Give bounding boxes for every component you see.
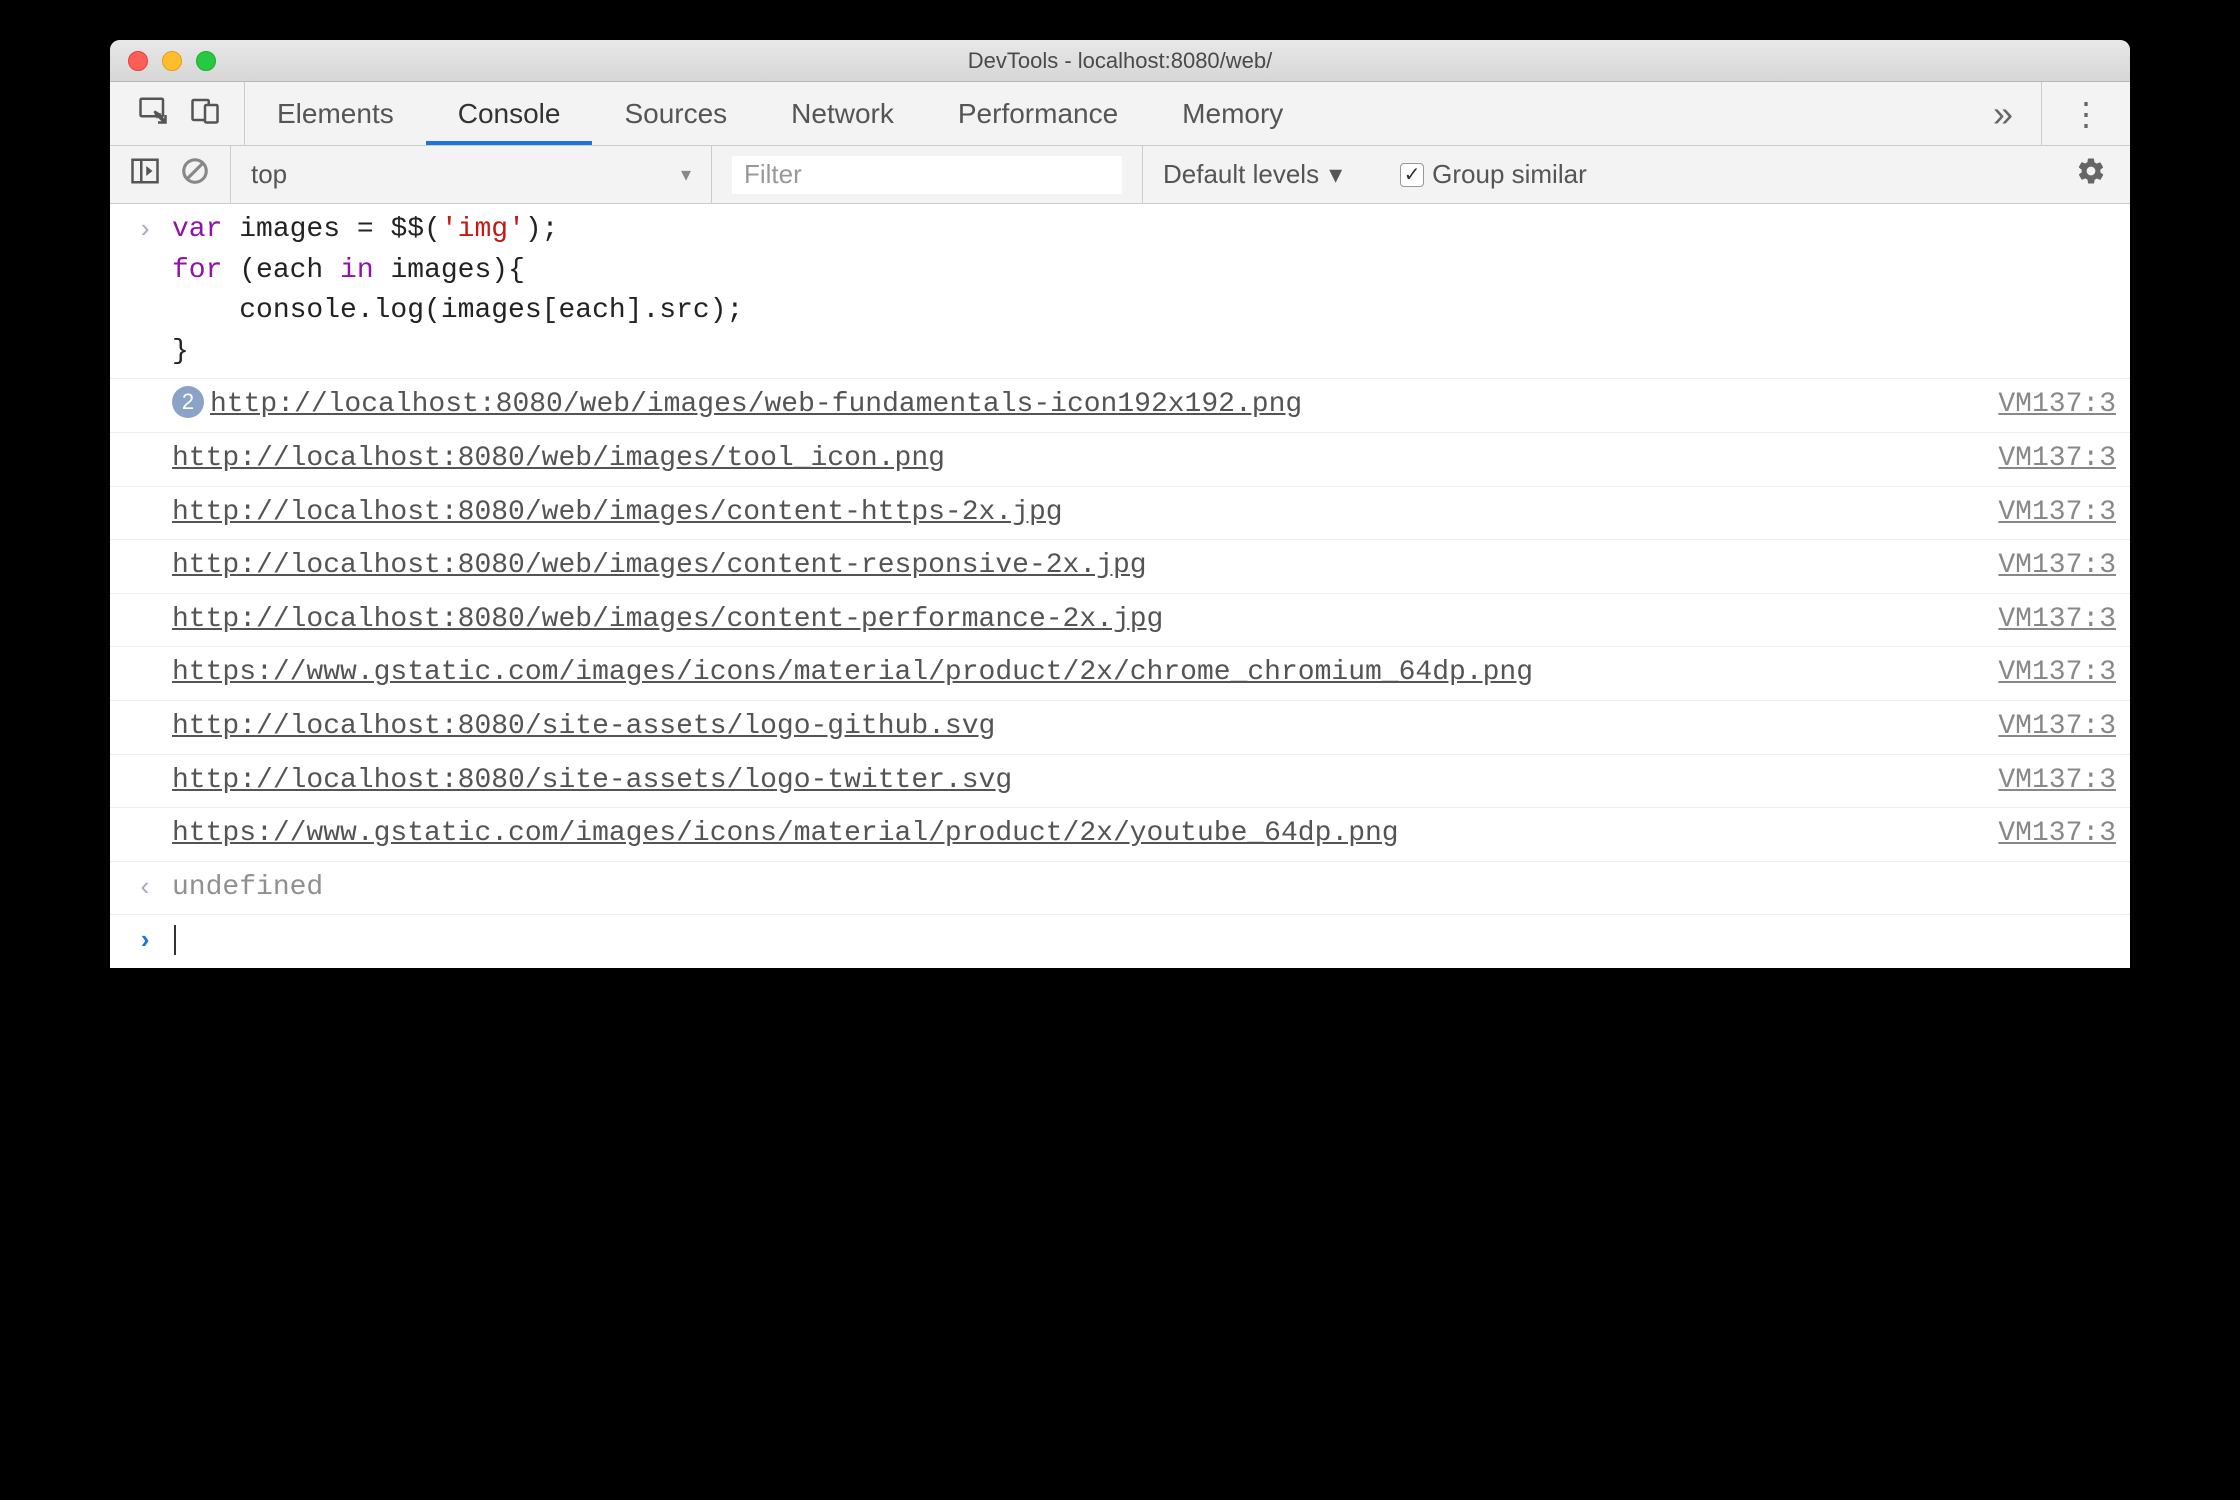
logged-url-link[interactable]: http://localhost:8080/web/images/content… [172,497,1063,528]
titlebar: DevTools - localhost:8080/web/ [110,40,2130,82]
log-row: http://localhost:8080/web/images/tool_ic… [110,433,2130,487]
source-link[interactable]: VM137:3 [1978,653,2116,694]
log-row: https://www.gstatic.com/images/icons/mat… [110,808,2130,862]
logged-url-link[interactable]: https://www.gstatic.com/images/icons/mat… [172,818,1399,849]
source-link[interactable]: VM137:3 [1978,761,2116,802]
inspect-icon[interactable] [138,95,168,132]
log-message: https://www.gstatic.com/images/icons/mat… [166,814,1978,855]
return-prompt-icon: ‹ [124,868,166,908]
logged-url-link[interactable]: http://localhost:8080/web/images/content… [172,604,1163,635]
log-message: http://localhost:8080/web/images/content… [166,546,1978,587]
log-levels-selector[interactable]: Default levels ▾ [1143,146,1362,203]
settings-gear-icon[interactable] [2076,156,2130,194]
source-link[interactable]: VM137:3 [1978,385,2116,426]
source-link[interactable]: VM137:3 [1978,814,2116,855]
log-message: http://localhost:8080/web/images/content… [166,600,1978,641]
log-row: http://localhost:8080/web/images/content… [110,540,2130,594]
log-gutter [124,600,166,602]
log-message: http://localhost:8080/site-assets/logo-t… [166,761,1978,802]
input-prompt-icon: › [124,921,166,961]
dropdown-icon: ▾ [1329,159,1342,190]
levels-label: Default levels [1163,159,1319,190]
source-link[interactable]: VM137:3 [1978,707,2116,748]
context-selector[interactable]: top ▾ [251,159,691,190]
window-title: DevTools - localhost:8080/web/ [110,48,2130,74]
group-similar-label: Group similar [1432,159,1587,190]
console-prompt[interactable]: › [110,915,2130,968]
group-similar-checkbox[interactable]: ✓ [1400,163,1424,187]
log-row: http://localhost:8080/web/images/content… [110,487,2130,541]
log-row: http://localhost:8080/web/images/content… [110,594,2130,648]
logged-url-link[interactable]: https://www.gstatic.com/images/icons/mat… [172,657,1533,688]
input-prompt-icon: › [124,210,166,250]
return-row: ‹ undefined [110,862,2130,916]
repeat-count-badge: 2 [172,386,204,418]
log-message: http://localhost:8080/site-assets/logo-g… [166,707,1978,748]
log-gutter [124,439,166,441]
log-message: http://localhost:8080/web/images/content… [166,493,1978,534]
filter-input[interactable] [732,156,1122,194]
console-toolbar: top ▾ Default levels ▾ ✓ Group similar [110,146,2130,204]
log-gutter [124,385,166,387]
log-gutter [124,546,166,548]
tab-performance[interactable]: Performance [926,82,1150,145]
clear-console-icon[interactable] [180,156,210,193]
prompt-input[interactable] [166,921,2116,962]
tab-elements[interactable]: Elements [245,82,426,145]
source-link[interactable]: VM137:3 [1978,493,2116,534]
devtools-window: DevTools - localhost:8080/web/ Elements [110,40,2130,968]
log-gutter [124,761,166,763]
logged-url-link[interactable]: http://localhost:8080/site-assets/logo-g… [172,711,995,742]
log-message: http://localhost:8080/web/images/tool_ic… [166,439,1978,480]
log-row: https://www.gstatic.com/images/icons/mat… [110,647,2130,701]
log-gutter [124,653,166,655]
log-row: 2http://localhost:8080/web/images/web-fu… [110,379,2130,433]
source-link[interactable]: VM137:3 [1978,546,2116,587]
logged-url-link[interactable]: http://localhost:8080/web/images/content… [172,550,1147,581]
console-input-row: › var images = $$('img'); for (each in i… [110,204,2130,379]
log-message: 2http://localhost:8080/web/images/web-fu… [166,385,1978,426]
logged-url-link[interactable]: http://localhost:8080/site-assets/logo-t… [172,765,1012,796]
log-gutter [124,493,166,495]
more-tabs-icon[interactable]: » [1993,93,2013,135]
source-link[interactable]: VM137:3 [1978,439,2116,480]
entered-code: var images = $$('img'); for (each in ima… [166,210,2116,372]
source-link[interactable]: VM137:3 [1978,600,2116,641]
log-message: https://www.gstatic.com/images/icons/mat… [166,653,1978,694]
return-value: undefined [166,868,2116,909]
tab-network[interactable]: Network [759,82,926,145]
log-gutter [124,707,166,709]
tab-console[interactable]: Console [426,82,593,145]
show-sidebar-icon[interactable] [130,156,160,193]
tab-bar: Elements Console Sources Network Perform… [110,82,2130,146]
log-gutter [124,814,166,816]
logged-url-link[interactable]: http://localhost:8080/web/images/web-fun… [210,389,1302,420]
panel-tabs: Elements Console Sources Network Perform… [245,82,1315,145]
tab-sources[interactable]: Sources [592,82,759,145]
console-output: › var images = $$('img'); for (each in i… [110,204,2130,968]
log-row: http://localhost:8080/site-assets/logo-g… [110,701,2130,755]
kebab-menu-icon[interactable]: ⋮ [2041,82,2102,145]
device-toggle-icon[interactable] [190,95,220,132]
tab-memory[interactable]: Memory [1150,82,1315,145]
dropdown-icon: ▾ [681,162,691,187]
context-value: top [251,159,287,190]
logged-url-link[interactable]: http://localhost:8080/web/images/tool_ic… [172,443,945,474]
log-row: http://localhost:8080/site-assets/logo-t… [110,755,2130,809]
